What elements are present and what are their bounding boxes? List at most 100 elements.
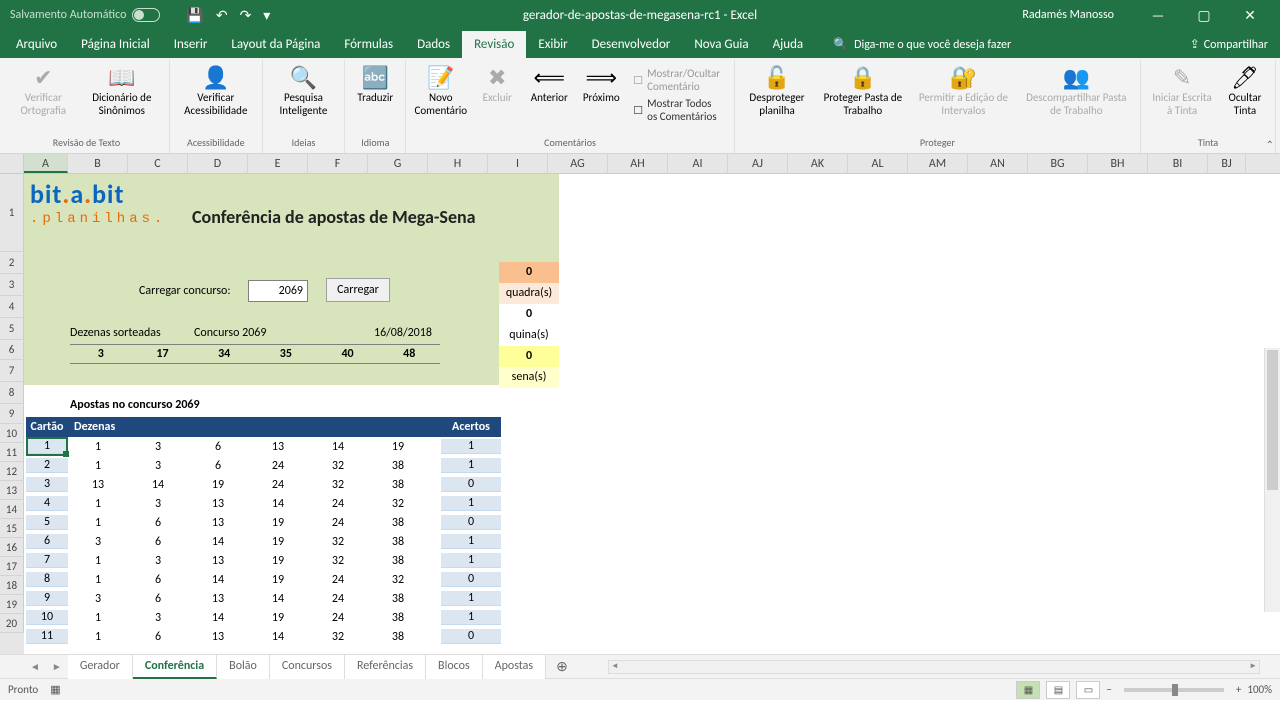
row-header-14[interactable]: 14 (0, 500, 24, 519)
table-row[interactable]: 636141932381 (26, 532, 501, 551)
ribbon-tab-arquivo[interactable]: Arquivo (4, 31, 69, 58)
row-header-10[interactable]: 10 (0, 424, 24, 443)
column-header-G[interactable]: G (368, 154, 428, 173)
table-row[interactable]: 516131924380 (26, 513, 501, 532)
table-row[interactable]: 713131932381 (26, 551, 501, 570)
carregar-button[interactable]: Carregar (326, 278, 390, 302)
autosave-toggle[interactable]: Salvamento Automático (0, 8, 170, 22)
table-row[interactable]: 11361314191 (26, 437, 501, 456)
row-header-5[interactable]: 5 (0, 318, 24, 340)
row-header-17[interactable]: 17 (0, 557, 24, 576)
column-header-E[interactable]: E (248, 154, 308, 173)
column-header-AI[interactable]: AI (668, 154, 728, 173)
translate-button[interactable]: 🔤Traduzir (351, 62, 399, 107)
sheet-tab-blocos[interactable]: Blocos (426, 655, 483, 679)
table-row[interactable]: 936131424381 (26, 589, 501, 608)
undo-icon[interactable]: ↶ (216, 7, 228, 24)
page-break-view-button[interactable]: ▭ (1076, 681, 1100, 699)
column-header-A[interactable]: A (24, 154, 68, 173)
prev-comment-button[interactable]: ⟸Anterior (525, 62, 573, 107)
redo-icon[interactable]: ↷ (240, 7, 252, 24)
table-row[interactable]: 1116131432380 (26, 627, 501, 646)
ribbon-tab-dados[interactable]: Dados (405, 31, 462, 58)
minimize-button[interactable]: — (1136, 0, 1180, 30)
sheet-tab-gerador[interactable]: Gerador (68, 655, 133, 679)
column-header-BH[interactable]: BH (1088, 154, 1148, 173)
select-all-corner[interactable] (0, 154, 24, 173)
tell-me-search[interactable]: 🔍 Diga-me o que você deseja fazer (827, 31, 1017, 58)
show-all-comments[interactable]: ☐ Mostrar Todos os Comentários (629, 96, 727, 124)
ribbon-tab-inserir[interactable]: Inserir (162, 31, 220, 58)
column-header-I[interactable]: I (488, 154, 548, 173)
ribbon-tab-exibir[interactable]: Exibir (526, 31, 579, 58)
table-row[interactable]: 1013141924381 (26, 608, 501, 627)
ribbon-tab-layout-da-página[interactable]: Layout da Página (219, 31, 332, 58)
column-header-BI[interactable]: BI (1148, 154, 1208, 173)
allow-edit-ranges-button[interactable]: 🔐Permitir a Edição de Intervalos (912, 62, 1014, 119)
row-header-2[interactable]: 2 (0, 252, 24, 274)
horizontal-scrollbar[interactable] (608, 660, 1260, 674)
column-header-AH[interactable]: AH (608, 154, 668, 173)
unprotect-sheet-button[interactable]: 🔓Desproteger planilha (741, 62, 814, 119)
normal-view-button[interactable]: ▦ (1016, 681, 1040, 699)
column-header-BG[interactable]: BG (1028, 154, 1088, 173)
row-header-16[interactable]: 16 (0, 538, 24, 557)
column-header-AG[interactable]: AG (548, 154, 608, 173)
sheet-canvas[interactable]: bit.a.bit .planilhas. Conferência de apo… (24, 174, 1280, 654)
row-header-11[interactable]: 11 (0, 443, 24, 462)
page-layout-view-button[interactable]: ▤ (1046, 681, 1070, 699)
column-header-B[interactable]: B (68, 154, 128, 173)
table-row[interactable]: 816141924320 (26, 570, 501, 589)
sheet-tab-bolão[interactable]: Bolão (217, 655, 270, 679)
ribbon-tab-fórmulas[interactable]: Fórmulas (332, 31, 405, 58)
maximize-button[interactable]: ▢ (1182, 0, 1226, 30)
row-header-6[interactable]: 6 (0, 340, 24, 360)
column-header-AN[interactable]: AN (968, 154, 1028, 173)
column-header-AK[interactable]: AK (788, 154, 848, 173)
collapse-ribbon-icon[interactable]: ⌃ (1266, 138, 1274, 151)
column-header-H[interactable]: H (428, 154, 488, 173)
share-button[interactable]: ⇪ Compartilhar (1178, 31, 1280, 58)
row-header-4[interactable]: 4 (0, 296, 24, 318)
close-button[interactable]: ✕ (1228, 0, 1272, 30)
ribbon-tab-ajuda[interactable]: Ajuda (761, 31, 816, 58)
row-header-1[interactable]: 1 (0, 174, 24, 252)
smart-lookup-button[interactable]: 🔍Pesquisa Inteligente (269, 62, 339, 119)
column-header-C[interactable]: C (128, 154, 188, 173)
row-header-19[interactable]: 19 (0, 595, 24, 614)
sheet-tab-conferência[interactable]: Conferência (133, 655, 217, 679)
sheet-tab-apostas[interactable]: Apostas (483, 655, 546, 679)
toggle-switch-icon[interactable] (132, 8, 160, 22)
spellcheck-button[interactable]: ✔Verificar Ortografia (10, 62, 77, 119)
accessibility-button[interactable]: 👤Verificar Acessibilidade (176, 62, 256, 119)
new-comment-button[interactable]: 📝Novo Comentário (412, 62, 469, 119)
zoom-slider[interactable] (1124, 688, 1224, 692)
add-sheet-button[interactable]: ⊕ (546, 658, 578, 675)
unshare-workbook-button[interactable]: 👥Descompartilhar Pasta de Trabalho (1018, 62, 1134, 119)
row-header-9[interactable]: 9 (0, 404, 24, 424)
concurso-input[interactable] (248, 280, 308, 302)
table-row[interactable]: 31314192432380 (26, 475, 501, 494)
ribbon-tab-desenvolvedor[interactable]: Desenvolvedor (580, 31, 683, 58)
delete-comment-button[interactable]: ✖Excluir (473, 62, 521, 107)
vertical-scrollbar[interactable] (1264, 348, 1280, 612)
sheet-nav-next-icon[interactable]: ► (46, 660, 68, 673)
zoom-in-button[interactable]: + (1236, 683, 1241, 696)
row-header-15[interactable]: 15 (0, 519, 24, 538)
sheet-nav-prev-icon[interactable]: ◄ (24, 660, 46, 673)
column-header-F[interactable]: F (308, 154, 368, 173)
ribbon-tab-nova-guia[interactable]: Nova Guia (682, 31, 760, 58)
column-header-BJ[interactable]: BJ (1208, 154, 1246, 173)
row-header-7[interactable]: 7 (0, 360, 24, 382)
table-row[interactable]: 413131424321 (26, 494, 501, 513)
row-header-20[interactable]: 20 (0, 614, 24, 633)
table-row[interactable]: 21362432381 (26, 456, 501, 475)
column-header-AL[interactable]: AL (848, 154, 908, 173)
qat-more-icon[interactable]: ▾ (263, 7, 270, 24)
column-header-D[interactable]: D (188, 154, 248, 173)
hide-ink-button[interactable]: 🖊Ocultar Tinta (1221, 62, 1269, 119)
ribbon-tab-página-inicial[interactable]: Página Inicial (69, 31, 162, 58)
start-inking-button[interactable]: ✎Iniciar Escrita à Tinta (1147, 62, 1217, 119)
column-header-AM[interactable]: AM (908, 154, 968, 173)
save-icon[interactable]: 💾 (186, 7, 203, 24)
